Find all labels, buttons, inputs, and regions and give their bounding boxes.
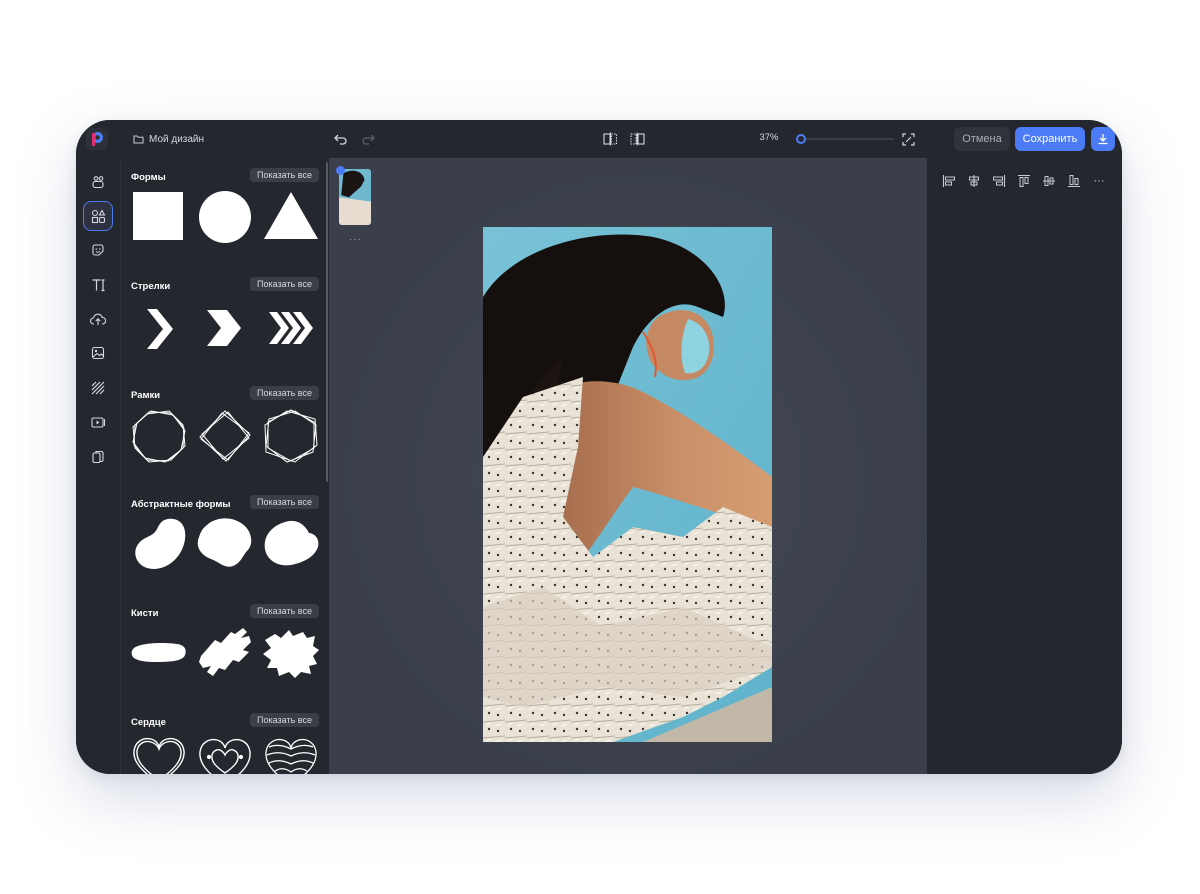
blob-shape-2[interactable] [197, 517, 253, 571]
template-tool[interactable] [83, 167, 113, 197]
section-title: Рамки [131, 390, 161, 401]
shapes-tool[interactable] [83, 201, 113, 231]
show-all-button[interactable]: Показать все [250, 168, 319, 182]
hexagon-frame-shape[interactable] [263, 408, 319, 464]
flip-horizontal-icon[interactable] [602, 131, 618, 147]
section-title: Стрелки [131, 281, 171, 292]
zoom-slider-track [800, 138, 894, 140]
octagon-frame-shape[interactable] [131, 408, 187, 464]
app-logo-icon[interactable] [86, 128, 108, 150]
blob-shape-3[interactable] [263, 517, 319, 571]
align-center-h-icon[interactable] [965, 172, 983, 190]
upload-icon [90, 313, 106, 325]
section-abstract-shapes: Абстрактные формы Показать все [131, 493, 319, 598]
layers-tool[interactable] [83, 442, 113, 472]
fullscreen-icon[interactable] [900, 131, 916, 147]
square-shape[interactable] [133, 190, 185, 242]
shapes-icon [91, 208, 105, 223]
show-all-button[interactable]: Показать все [250, 604, 319, 618]
section-title: Кисти [131, 608, 159, 619]
template-icon [92, 176, 104, 189]
section-frames: Рамки Показать все [131, 384, 319, 489]
section-brushes: Кисти Показать все [131, 602, 319, 707]
video-icon [90, 416, 105, 428]
zoom-slider-thumb[interactable] [796, 134, 806, 144]
redo-icon[interactable] [360, 131, 376, 147]
image-tool[interactable] [83, 338, 113, 368]
section-shapes: Формы Показать все [131, 166, 319, 271]
double-chevron-arrow-shape[interactable] [203, 307, 245, 351]
align-bottom-icon[interactable] [1065, 172, 1083, 190]
folder-icon [133, 135, 144, 144]
panel-scrollbar[interactable] [326, 162, 328, 482]
flip-vertical-icon[interactable] [629, 131, 645, 147]
section-title: Формы [131, 172, 166, 183]
show-all-button[interactable]: Показать все [250, 713, 319, 727]
blob-shape-1[interactable] [133, 517, 187, 571]
section-title: Абстрактные формы [131, 499, 231, 510]
properties-panel: ··· [927, 158, 1122, 774]
circle-shape[interactable] [198, 190, 252, 244]
text-tool[interactable] [83, 270, 113, 300]
align-top-icon[interactable] [1015, 172, 1033, 190]
undo-icon[interactable] [333, 131, 349, 147]
selected-page-indicator [336, 166, 345, 175]
background-tool[interactable] [83, 373, 113, 403]
show-all-button[interactable]: Показать все [250, 277, 319, 291]
zoom-value: 37% [759, 132, 779, 143]
image-icon [91, 346, 105, 360]
section-title: Сердце [131, 717, 166, 728]
section-arrows: Стрелки Показать все [131, 275, 319, 380]
background-icon [91, 381, 105, 395]
document-name[interactable]: Мой дизайн [133, 132, 204, 146]
heart-shape-1[interactable] [131, 735, 187, 774]
document-name-label: Мой дизайн [149, 133, 205, 145]
download-icon [1098, 134, 1108, 145]
layers-icon [92, 450, 104, 464]
diamond-frame-shape[interactable] [197, 408, 253, 464]
video-tool[interactable] [83, 407, 113, 437]
chevron-arrow-shape[interactable] [141, 307, 181, 351]
save-button[interactable]: Сохранить [1015, 127, 1085, 151]
show-all-button[interactable]: Показать все [250, 495, 319, 509]
text-icon [92, 279, 104, 292]
triangle-shape[interactable] [263, 190, 319, 242]
elements-panel: Формы Показать все Стрелки Показать все … [120, 158, 330, 774]
canvas-photo[interactable] [483, 227, 772, 742]
align-left-icon[interactable] [940, 172, 958, 190]
heart-shape-2[interactable] [197, 735, 253, 774]
brush-stroke-2[interactable] [197, 626, 253, 680]
zoom-slider[interactable] [796, 133, 896, 145]
sticker-icon [92, 244, 104, 256]
cancel-button[interactable]: Отмена [954, 127, 1010, 151]
page-thumbnail[interactable] [339, 169, 371, 225]
tool-rail [76, 158, 120, 774]
top-bar: Мой дизайн 37% Отмена Сохранить [76, 120, 1122, 158]
align-middle-v-icon[interactable] [1040, 172, 1058, 190]
brush-stroke-3[interactable] [263, 626, 319, 680]
page-more-icon[interactable]: ··· [349, 234, 362, 245]
section-hearts: Сердце Показать все [131, 711, 319, 774]
show-all-button[interactable]: Показать все [250, 386, 319, 400]
download-button[interactable] [1091, 127, 1115, 151]
more-icon[interactable]: ··· [1090, 172, 1108, 190]
triple-chevron-arrow-shape[interactable] [267, 307, 317, 351]
editor-window: Мой дизайн 37% Отмена Сохранить Формы По… [76, 120, 1122, 774]
upload-tool[interactable] [83, 304, 113, 334]
sticker-tool[interactable] [83, 235, 113, 265]
brush-stroke-1[interactable] [131, 634, 187, 674]
canvas-area[interactable]: ··· [329, 158, 927, 774]
align-right-icon[interactable] [990, 172, 1008, 190]
heart-shape-3[interactable] [263, 735, 319, 774]
